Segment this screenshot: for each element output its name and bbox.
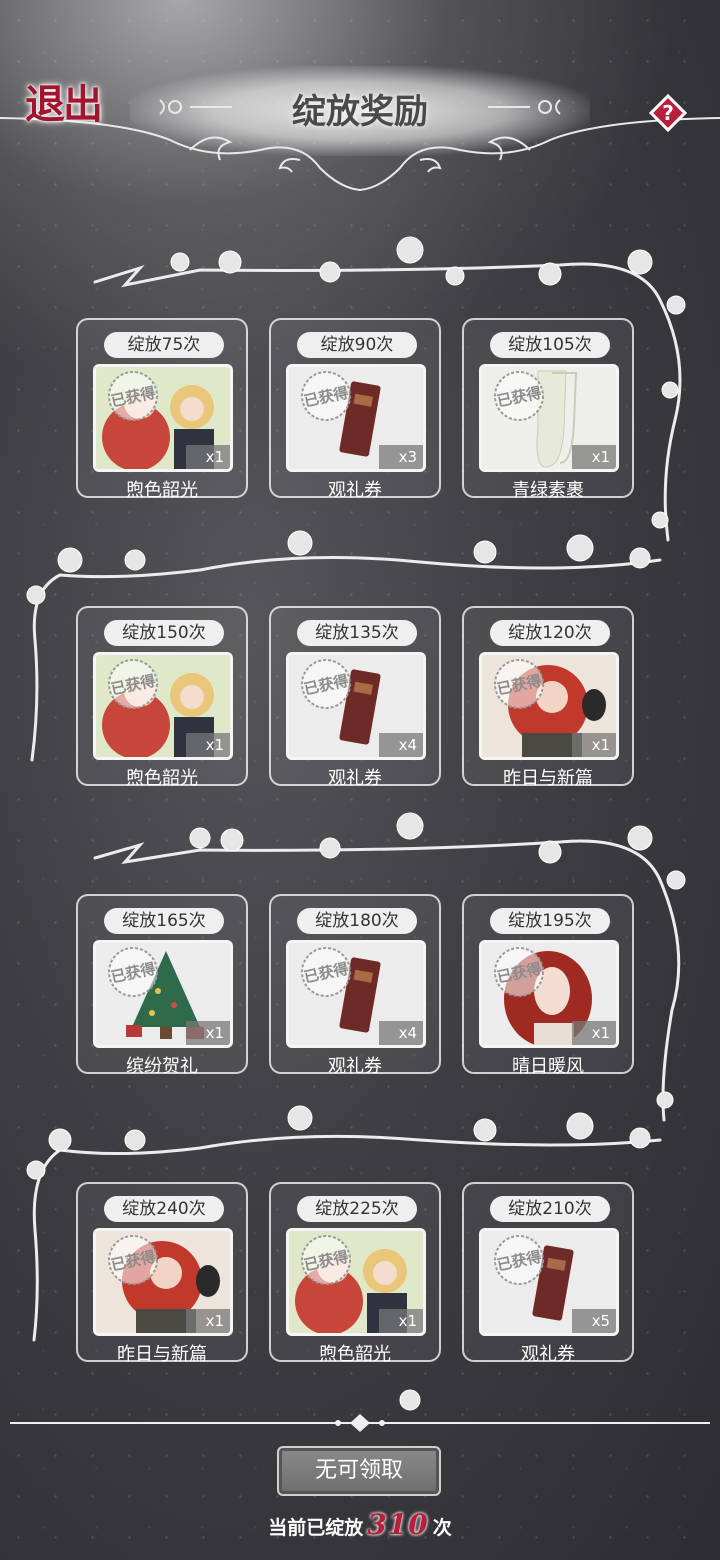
claimed-stamp: 已获得 bbox=[108, 659, 158, 709]
reward-quantity: x1 bbox=[572, 1021, 616, 1045]
reward-card[interactable]: 绽放105次 x1 已获得 青绿素裹 bbox=[462, 318, 634, 501]
reward-name: 观礼券 bbox=[328, 480, 382, 501]
claimed-stamp: 已获得 bbox=[301, 371, 351, 421]
reward-quantity: x4 bbox=[379, 1021, 423, 1045]
reward-requirement: 绽放135次 bbox=[297, 620, 417, 646]
reward-card[interactable]: 绽放135次 x4 已获得 观礼券 bbox=[269, 606, 441, 789]
counter-value: 310 bbox=[367, 1508, 429, 1541]
reward-name: 观礼券 bbox=[521, 1344, 575, 1365]
claimed-stamp: 已获得 bbox=[494, 371, 544, 421]
reward-quantity: x1 bbox=[186, 733, 230, 757]
reward-quantity: x4 bbox=[379, 733, 423, 757]
claimed-stamp: 已获得 bbox=[494, 947, 544, 997]
reward-name: 煦色韶光 bbox=[126, 768, 198, 789]
claim-button[interactable]: 无可领取 bbox=[277, 1446, 441, 1496]
reward-requirement: 绽放180次 bbox=[297, 908, 417, 934]
reward-requirement: 绽放195次 bbox=[490, 908, 610, 934]
counter-prefix: 当前已绽放 bbox=[268, 1517, 364, 1539]
reward-row: 绽放75次 x1 已获得 煦色韶光 绽放90次 x3 已获得 观礼券 绽放105… bbox=[76, 318, 636, 501]
bloom-counter: 当前已绽放 310 次 bbox=[0, 1508, 720, 1541]
reward-card[interactable]: 绽放165次 x1 已获得 缤纷贺礼 bbox=[76, 894, 248, 1077]
reward-name: 昨日与新篇 bbox=[503, 768, 593, 789]
claimed-stamp: 已获得 bbox=[108, 371, 158, 421]
reward-quantity: x3 bbox=[379, 445, 423, 469]
reward-name: 缤纷贺礼 bbox=[126, 1056, 198, 1077]
reward-name: 观礼券 bbox=[328, 1056, 382, 1077]
reward-requirement: 绽放165次 bbox=[104, 908, 224, 934]
reward-name: 晴日暖风 bbox=[512, 1056, 584, 1077]
reward-card[interactable]: 绽放210次 x5 已获得 观礼券 bbox=[462, 1182, 634, 1365]
reward-quantity: x1 bbox=[572, 733, 616, 757]
reward-name: 观礼券 bbox=[328, 768, 382, 789]
reward-row: 绽放165次 x1 已获得 缤纷贺礼 绽放180次 x4 已获得 观礼券 绽放1… bbox=[76, 894, 636, 1077]
reward-quantity: x5 bbox=[572, 1309, 616, 1333]
reward-requirement: 绽放210次 bbox=[490, 1196, 610, 1222]
claimed-stamp: 已获得 bbox=[301, 1235, 351, 1285]
reward-requirement: 绽放75次 bbox=[104, 332, 224, 358]
bottom-divider bbox=[10, 1414, 710, 1432]
reward-requirement: 绽放105次 bbox=[490, 332, 610, 358]
reward-requirement: 绽放150次 bbox=[104, 620, 224, 646]
reward-requirement: 绽放90次 bbox=[297, 332, 417, 358]
reward-quantity: x1 bbox=[186, 1021, 230, 1045]
reward-card[interactable]: 绽放240次 x1 已获得 昨日与新篇 bbox=[76, 1182, 248, 1365]
reward-card[interactable]: 绽放90次 x3 已获得 观礼券 bbox=[269, 318, 441, 501]
claimed-stamp: 已获得 bbox=[494, 1235, 544, 1285]
claimed-stamp: 已获得 bbox=[301, 659, 351, 709]
reward-requirement: 绽放120次 bbox=[490, 620, 610, 646]
counter-suffix: 次 bbox=[432, 1517, 452, 1539]
reward-card[interactable]: 绽放225次 x1 已获得 煦色韶光 bbox=[269, 1182, 441, 1365]
claimed-stamp: 已获得 bbox=[108, 947, 158, 997]
reward-quantity: x1 bbox=[572, 445, 616, 469]
reward-row: 绽放240次 x1 已获得 昨日与新篇 绽放225次 x1 已获得 煦色韶光 绽… bbox=[76, 1182, 636, 1365]
claimed-stamp: 已获得 bbox=[108, 1235, 158, 1285]
reward-card[interactable]: 绽放150次 x1 已获得 煦色韶光 bbox=[76, 606, 248, 789]
reward-card[interactable]: 绽放75次 x1 已获得 煦色韶光 bbox=[76, 318, 248, 501]
claimed-stamp: 已获得 bbox=[494, 659, 544, 709]
reward-row: 绽放150次 x1 已获得 煦色韶光 绽放135次 x4 已获得 观礼券 绽放1… bbox=[76, 606, 636, 789]
reward-card[interactable]: 绽放195次 x1 已获得 晴日暖风 bbox=[462, 894, 634, 1077]
reward-requirement: 绽放240次 bbox=[104, 1196, 224, 1222]
reward-name: 昨日与新篇 bbox=[117, 1344, 207, 1365]
reward-card[interactable]: 绽放120次 x1 已获得 昨日与新篇 bbox=[462, 606, 634, 789]
reward-quantity: x1 bbox=[379, 1309, 423, 1333]
reward-name: 煦色韶光 bbox=[319, 1344, 391, 1365]
reward-name: 青绿素裹 bbox=[512, 480, 584, 501]
reward-quantity: x1 bbox=[186, 1309, 230, 1333]
claimed-stamp: 已获得 bbox=[301, 947, 351, 997]
reward-requirement: 绽放225次 bbox=[297, 1196, 417, 1222]
reward-card[interactable]: 绽放180次 x4 已获得 观礼券 bbox=[269, 894, 441, 1077]
reward-name: 煦色韶光 bbox=[126, 480, 198, 501]
reward-quantity: x1 bbox=[186, 445, 230, 469]
